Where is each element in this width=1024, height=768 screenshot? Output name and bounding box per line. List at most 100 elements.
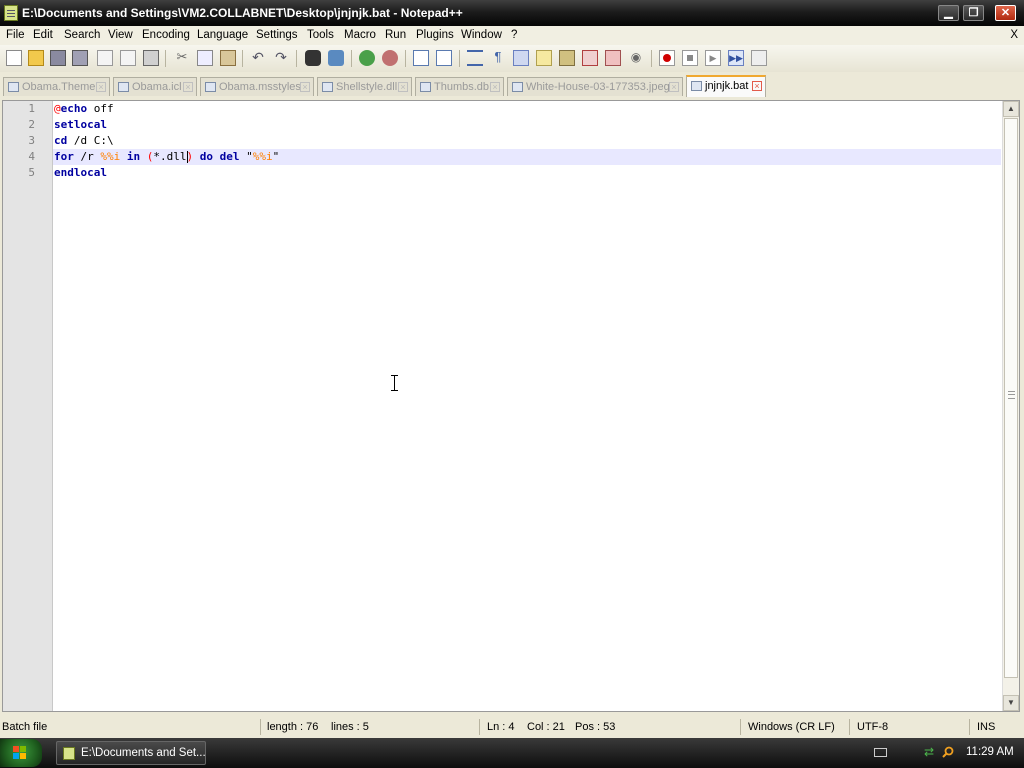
scroll-down-button[interactable]: ▼: [1003, 695, 1019, 711]
zoom-out-icon[interactable]: [382, 50, 398, 66]
close-icon[interactable]: [97, 50, 113, 66]
code-area[interactable]: @echo off setlocal cd /d C:\ for /r %%i …: [53, 101, 1001, 711]
monitor-icon[interactable]: ◉: [628, 50, 644, 66]
record-macro-icon[interactable]: [659, 50, 675, 66]
code-token: ": [239, 150, 253, 163]
open-file-icon[interactable]: [28, 50, 44, 66]
close-tab-icon[interactable]: ×: [752, 81, 762, 91]
close-document-button[interactable]: X: [1010, 29, 1018, 41]
code-token: cd: [54, 134, 68, 147]
new-file-icon[interactable]: [6, 50, 22, 66]
tab-thumbs-db[interactable]: Thumbs.db ×: [415, 77, 504, 96]
status-encoding: UTF-8: [857, 721, 889, 733]
scroll-thumb[interactable]: [1004, 118, 1018, 678]
user-lang-icon[interactable]: [536, 50, 552, 66]
replace-icon[interactable]: [328, 50, 344, 66]
find-icon[interactable]: [305, 50, 321, 66]
run-multiple-macro-icon[interactable]: ▶▶: [728, 50, 744, 66]
tab-jnjnjk-bat[interactable]: jnjnjk.bat ×: [686, 75, 766, 97]
code-token: setlocal: [54, 118, 107, 131]
paste-icon[interactable]: [220, 50, 236, 66]
menu-edit[interactable]: Edit: [33, 29, 53, 41]
keyboard-icon[interactable]: [874, 748, 887, 757]
code-line[interactable]: cd /d C:\: [53, 133, 1001, 149]
close-tab-icon[interactable]: ×: [183, 82, 193, 92]
code-token: @: [54, 102, 61, 115]
close-tab-icon[interactable]: ×: [669, 82, 679, 92]
notepadpp-icon: [63, 747, 75, 760]
word-wrap-icon[interactable]: [467, 50, 483, 66]
copy-icon[interactable]: [197, 50, 213, 66]
code-line[interactable]: setlocal: [53, 117, 1001, 133]
save-all-icon[interactable]: [72, 50, 88, 66]
start-button[interactable]: [0, 739, 42, 767]
scroll-up-button[interactable]: ▲: [1003, 101, 1019, 117]
code-line-current[interactable]: for /r %%i in (*.dll|) do del "%%i": [53, 149, 1001, 165]
taskbar: E:\Documents and Set... ⇄ 11:29 AM: [0, 738, 1024, 768]
restore-button[interactable]: ❐: [963, 5, 984, 21]
status-mode: INS: [977, 721, 996, 733]
cut-icon[interactable]: ✂: [174, 50, 190, 66]
menu-encoding[interactable]: Encoding: [142, 29, 190, 41]
file-icon: [322, 82, 333, 92]
status-bar: Batch file length : 76 lines : 5 Ln : 4 …: [0, 716, 1024, 738]
search-icon[interactable]: [942, 746, 954, 758]
tab-obama-msstyles[interactable]: Obama.msstyles ×: [200, 77, 314, 96]
stop-record-icon[interactable]: [682, 50, 698, 66]
menu-search[interactable]: Search: [64, 29, 100, 41]
menu-view[interactable]: View: [108, 29, 133, 41]
menu-run[interactable]: Run: [385, 29, 406, 41]
taskbar-notepadpp-item[interactable]: E:\Documents and Set...: [56, 741, 206, 765]
close-all-icon[interactable]: [120, 50, 136, 66]
undo-icon[interactable]: ↶: [250, 50, 266, 66]
close-tab-icon[interactable]: ×: [398, 82, 408, 92]
file-icon: [512, 82, 523, 92]
menu-file[interactable]: File: [6, 29, 25, 41]
taskbar-item-label: E:\Documents and Set...: [81, 747, 206, 759]
tab-label: Shellstyle.dll: [336, 81, 398, 93]
menu-tools[interactable]: Tools: [307, 29, 334, 41]
tab-obama-icl[interactable]: Obama.icl ×: [113, 77, 197, 96]
close-tab-icon[interactable]: ×: [490, 82, 500, 92]
function-list-icon[interactable]: [559, 50, 575, 66]
menu-language[interactable]: Language: [197, 29, 248, 41]
close-tab-icon[interactable]: ×: [96, 82, 106, 92]
network-icon[interactable]: ⇄: [924, 746, 936, 758]
close-tab-icon[interactable]: ×: [300, 82, 310, 92]
menu-settings[interactable]: Settings: [256, 29, 298, 41]
tab-white-house-jpeg[interactable]: White-House-03-177353.jpeg ×: [507, 77, 683, 96]
menu-window[interactable]: Window: [461, 29, 502, 41]
tab-label: Obama.icl: [132, 81, 182, 93]
code-line[interactable]: endlocal: [53, 165, 1001, 181]
vertical-scrollbar[interactable]: ▲ ▼: [1002, 101, 1019, 711]
scroll-grip-icon: [1008, 391, 1015, 399]
editor-pane[interactable]: 1 2 3 4 5 @echo off setlocal cd /d C:\ f…: [2, 100, 1020, 712]
line-number: 5: [28, 166, 35, 179]
menu-plugins[interactable]: Plugins: [416, 29, 454, 41]
minimize-button[interactable]: ▁: [938, 5, 959, 21]
sync-horizontal-icon[interactable]: [436, 50, 452, 66]
play-macro-icon[interactable]: ▶: [705, 50, 721, 66]
show-all-chars-icon[interactable]: ¶: [490, 50, 506, 66]
redo-icon[interactable]: ↷: [273, 50, 289, 66]
tab-label: Thumbs.db: [434, 81, 490, 93]
save-icon[interactable]: [50, 50, 66, 66]
status-length: length : 76: [267, 721, 319, 733]
code-token: del: [219, 150, 240, 163]
tab-shellstyle-dll[interactable]: Shellstyle.dll ×: [317, 77, 412, 96]
save-macro-icon[interactable]: [751, 50, 767, 66]
folder-workspace-icon[interactable]: [605, 50, 621, 66]
line-number: 3: [28, 134, 35, 147]
menu-help[interactable]: ?: [511, 29, 517, 41]
tab-obama-theme[interactable]: Obama.Theme ×: [3, 77, 110, 96]
zoom-in-icon[interactable]: [359, 50, 375, 66]
close-window-button[interactable]: ✕: [995, 5, 1016, 21]
doc-map-icon[interactable]: [582, 50, 598, 66]
menu-macro[interactable]: Macro: [344, 29, 376, 41]
sync-vertical-icon[interactable]: [413, 50, 429, 66]
code-token: %%i: [252, 150, 273, 163]
indent-guide-icon[interactable]: [513, 50, 529, 66]
print-icon[interactable]: [143, 50, 159, 66]
code-line[interactable]: @echo off: [53, 101, 1001, 117]
